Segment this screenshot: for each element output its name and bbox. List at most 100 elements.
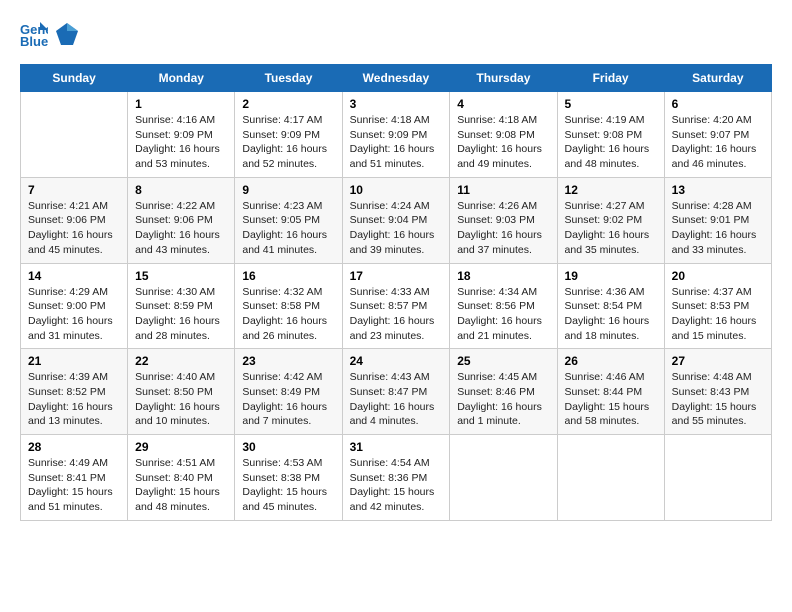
logo-icon: General Blue	[20, 20, 48, 48]
day-number: 10	[350, 183, 443, 197]
day-number: 1	[135, 97, 227, 111]
page-header: General Blue	[20, 20, 772, 48]
day-info: Sunrise: 4:32 AM Sunset: 8:58 PM Dayligh…	[242, 285, 334, 344]
day-number: 16	[242, 269, 334, 283]
day-number: 31	[350, 440, 443, 454]
calendar-cell: 28Sunrise: 4:49 AM Sunset: 8:41 PM Dayli…	[21, 435, 128, 521]
day-number: 18	[457, 269, 549, 283]
day-info: Sunrise: 4:42 AM Sunset: 8:49 PM Dayligh…	[242, 370, 334, 429]
day-number: 20	[672, 269, 764, 283]
day-number: 29	[135, 440, 227, 454]
calendar-cell: 18 Sunrise: 4:34 AM Sunset: 8:56 PM Dayli…	[450, 263, 557, 349]
calendar-cell	[664, 435, 771, 521]
day-number: 27	[672, 354, 764, 368]
day-number: 25	[457, 354, 549, 368]
day-number: 11	[457, 183, 549, 197]
day-info: Sunrise: 4:43 AM Sunset: 8:47 PM Dayligh…	[350, 370, 443, 429]
day-info: Sunrise: 4:40 AM Sunset: 8:50 PM Dayligh…	[135, 370, 227, 429]
weekday-header: Tuesday	[235, 65, 342, 92]
day-number: 28	[28, 440, 120, 454]
day-number: 21	[28, 354, 120, 368]
calendar-week-row: 14 Sunrise: 4:29 AM Sunset: 9:00 PM Dayli…	[21, 263, 772, 349]
day-number: 2	[242, 97, 334, 111]
calendar-cell: 14 Sunrise: 4:29 AM Sunset: 9:00 PM Dayli…	[21, 263, 128, 349]
calendar-cell: 7 Sunrise: 4:21 AM Sunset: 9:06 PM Daylig…	[21, 177, 128, 263]
calendar-week-row: 21Sunrise: 4:39 AM Sunset: 8:52 PM Dayli…	[21, 349, 772, 435]
day-number: 5	[565, 97, 657, 111]
calendar-cell: 6 Sunrise: 4:20 AM Sunset: 9:07 PM Daylig…	[664, 92, 771, 178]
calendar-cell: 25 Sunrise: 4:45 AM Sunset: 8:46 PM Dayli…	[450, 349, 557, 435]
day-info: Sunrise: 4:37 AM Sunset: 8:53 PM Dayligh…	[672, 285, 764, 344]
day-info: Sunrise: 4:54 AM Sunset: 8:36 PM Dayligh…	[350, 456, 443, 515]
calendar-cell: 9Sunrise: 4:23 AM Sunset: 9:05 PM Daylig…	[235, 177, 342, 263]
calendar-cell: 23 Sunrise: 4:42 AM Sunset: 8:49 PM Dayli…	[235, 349, 342, 435]
day-info: Sunrise: 4:51 AM Sunset: 8:40 PM Dayligh…	[135, 456, 227, 515]
calendar-cell	[450, 435, 557, 521]
day-number: 22	[135, 354, 227, 368]
day-number: 17	[350, 269, 443, 283]
day-number: 13	[672, 183, 764, 197]
calendar-cell	[21, 92, 128, 178]
calendar-cell: 12Sunrise: 4:27 AM Sunset: 9:02 PM Dayli…	[557, 177, 664, 263]
day-info: Sunrise: 4:24 AM Sunset: 9:04 PM Dayligh…	[350, 199, 443, 258]
logo: General Blue	[20, 20, 78, 48]
day-info: Sunrise: 4:33 AM Sunset: 8:57 PM Dayligh…	[350, 285, 443, 344]
calendar-cell: 27 Sunrise: 4:48 AM Sunset: 8:43 PM Dayli…	[664, 349, 771, 435]
calendar-cell: 15Sunrise: 4:30 AM Sunset: 8:59 PM Dayli…	[128, 263, 235, 349]
calendar-cell: 26 Sunrise: 4:46 AM Sunset: 8:44 PM Dayli…	[557, 349, 664, 435]
weekday-header: Wednesday	[342, 65, 450, 92]
calendar-table: SundayMondayTuesdayWednesdayThursdayFrid…	[20, 64, 772, 521]
weekday-header: Saturday	[664, 65, 771, 92]
day-info: Sunrise: 4:18 AM Sunset: 9:08 PM Dayligh…	[457, 113, 549, 172]
day-number: 4	[457, 97, 549, 111]
calendar-cell: 5Sunrise: 4:19 AM Sunset: 9:08 PM Daylig…	[557, 92, 664, 178]
day-info: Sunrise: 4:45 AM Sunset: 8:46 PM Dayligh…	[457, 370, 549, 429]
day-info: Sunrise: 4:29 AM Sunset: 9:00 PM Dayligh…	[28, 285, 120, 344]
calendar-cell: 8 Sunrise: 4:22 AM Sunset: 9:06 PM Daylig…	[128, 177, 235, 263]
day-number: 3	[350, 97, 443, 111]
calendar-cell: 17 Sunrise: 4:33 AM Sunset: 8:57 PM Dayli…	[342, 263, 450, 349]
calendar-cell: 20 Sunrise: 4:37 AM Sunset: 8:53 PM Dayli…	[664, 263, 771, 349]
day-info: Sunrise: 4:22 AM Sunset: 9:06 PM Dayligh…	[135, 199, 227, 258]
calendar-cell: 19 Sunrise: 4:36 AM Sunset: 8:54 PM Dayli…	[557, 263, 664, 349]
calendar-cell: 11Sunrise: 4:26 AM Sunset: 9:03 PM Dayli…	[450, 177, 557, 263]
day-info: Sunrise: 4:30 AM Sunset: 8:59 PM Dayligh…	[135, 285, 227, 344]
calendar-cell: 30 Sunrise: 4:53 AM Sunset: 8:38 PM Dayli…	[235, 435, 342, 521]
day-info: Sunrise: 4:48 AM Sunset: 8:43 PM Dayligh…	[672, 370, 764, 429]
day-number: 19	[565, 269, 657, 283]
day-info: Sunrise: 4:20 AM Sunset: 9:07 PM Dayligh…	[672, 113, 764, 172]
calendar-cell: 3 Sunrise: 4:18 AM Sunset: 9:09 PM Daylig…	[342, 92, 450, 178]
day-info: Sunrise: 4:46 AM Sunset: 8:44 PM Dayligh…	[565, 370, 657, 429]
svg-text:Blue: Blue	[20, 34, 48, 48]
day-info: Sunrise: 4:34 AM Sunset: 8:56 PM Dayligh…	[457, 285, 549, 344]
day-number: 26	[565, 354, 657, 368]
day-number: 14	[28, 269, 120, 283]
day-info: Sunrise: 4:18 AM Sunset: 9:09 PM Dayligh…	[350, 113, 443, 172]
day-info: Sunrise: 4:36 AM Sunset: 8:54 PM Dayligh…	[565, 285, 657, 344]
calendar-cell: 13 Sunrise: 4:28 AM Sunset: 9:01 PM Dayli…	[664, 177, 771, 263]
logo-flag-icon	[56, 23, 78, 45]
day-info: Sunrise: 4:53 AM Sunset: 8:38 PM Dayligh…	[242, 456, 334, 515]
day-number: 12	[565, 183, 657, 197]
calendar-cell: 22 Sunrise: 4:40 AM Sunset: 8:50 PM Dayli…	[128, 349, 235, 435]
calendar-body: 1 Sunrise: 4:16 AM Sunset: 9:09 PM Daylig…	[21, 92, 772, 521]
calendar-week-row: 1 Sunrise: 4:16 AM Sunset: 9:09 PM Daylig…	[21, 92, 772, 178]
day-number: 8	[135, 183, 227, 197]
day-number: 30	[242, 440, 334, 454]
day-number: 7	[28, 183, 120, 197]
day-info: Sunrise: 4:28 AM Sunset: 9:01 PM Dayligh…	[672, 199, 764, 258]
day-number: 6	[672, 97, 764, 111]
calendar-cell: 10 Sunrise: 4:24 AM Sunset: 9:04 PM Dayli…	[342, 177, 450, 263]
calendar-header-row: SundayMondayTuesdayWednesdayThursdayFrid…	[21, 65, 772, 92]
day-number: 9	[242, 183, 334, 197]
day-number: 24	[350, 354, 443, 368]
calendar-cell: 4 Sunrise: 4:18 AM Sunset: 9:08 PM Daylig…	[450, 92, 557, 178]
calendar-cell: 29 Sunrise: 4:51 AM Sunset: 8:40 PM Dayli…	[128, 435, 235, 521]
day-info: Sunrise: 4:17 AM Sunset: 9:09 PM Dayligh…	[242, 113, 334, 172]
calendar-cell: 21Sunrise: 4:39 AM Sunset: 8:52 PM Dayli…	[21, 349, 128, 435]
calendar-week-row: 28Sunrise: 4:49 AM Sunset: 8:41 PM Dayli…	[21, 435, 772, 521]
weekday-header: Friday	[557, 65, 664, 92]
day-number: 23	[242, 354, 334, 368]
day-info: Sunrise: 4:16 AM Sunset: 9:09 PM Dayligh…	[135, 113, 227, 172]
day-info: Sunrise: 4:21 AM Sunset: 9:06 PM Dayligh…	[28, 199, 120, 258]
